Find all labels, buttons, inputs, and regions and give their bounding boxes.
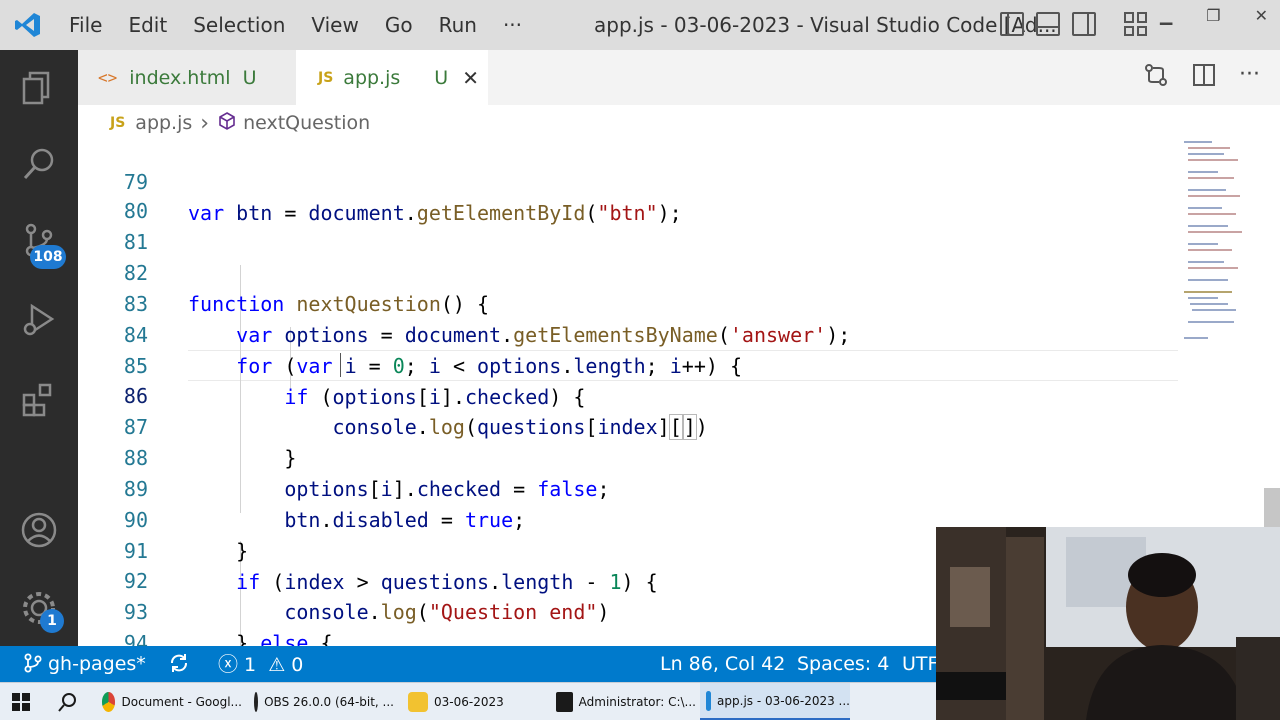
branch-indicator[interactable]: gh-pages* <box>24 646 146 682</box>
menu-selection[interactable]: Selection <box>180 0 298 50</box>
chrome-icon <box>102 692 116 712</box>
taskbar-vscode[interactable]: app.js - 03-06-2023 ... <box>700 683 850 720</box>
more-actions-icon[interactable]: ··· <box>1239 62 1260 92</box>
error-count: 1 <box>244 654 257 676</box>
code-line-current: 86 console.log(questions[index][]) <box>78 350 1178 440</box>
warning-icon: ⚠ <box>268 654 286 676</box>
tab-bar: <> index.html U JS app.js U ✕ ··· <box>78 50 1280 105</box>
minimize-icon[interactable]: ▁ <box>1160 6 1172 25</box>
taskbar-item-label: Administrator: C:\... <box>578 695 696 709</box>
menu-edit[interactable]: Edit <box>115 0 180 50</box>
js-icon: JS <box>110 115 126 131</box>
warning-count: 0 <box>291 654 304 676</box>
code-line: 80 <box>78 165 1178 223</box>
source-control-badge: 108 <box>30 245 66 269</box>
title-bar: File Edit Selection View Go Run ··· app.… <box>0 0 1280 50</box>
menu-file[interactable]: File <box>56 0 115 50</box>
folder-icon <box>408 692 428 712</box>
untracked-status: U <box>242 66 257 89</box>
manage-gear-icon[interactable] <box>0 578 78 638</box>
scrollbar-thumb[interactable] <box>1264 488 1280 528</box>
close-tab-icon[interactable]: ✕ <box>462 66 479 90</box>
window-title: app.js - 03-06-2023 - Visual Studio Code… <box>594 13 1057 37</box>
vscode-icon <box>706 690 712 711</box>
branch-name: gh-pages* <box>48 653 146 675</box>
extensions-icon[interactable] <box>0 370 78 430</box>
breadcrumb-file[interactable]: app.js <box>135 112 192 134</box>
taskbar-explorer[interactable]: 03-06-2023 <box>408 683 548 720</box>
webcam-overlay <box>936 527 1280 720</box>
tab-app-js[interactable]: JS app.js U ✕ <box>296 50 488 105</box>
toggle-panel-icon[interactable] <box>1036 12 1060 36</box>
symbol-method-icon <box>217 111 237 136</box>
split-editor-icon[interactable] <box>1191 62 1217 92</box>
code-line: 89 btn.disabled = true; <box>78 443 1178 532</box>
taskbar-chrome[interactable]: Document - Googl... <box>102 683 242 720</box>
breadcrumb: JS app.js › nextQuestion <box>78 105 1178 141</box>
untracked-status: U <box>434 66 449 89</box>
indentation[interactable]: Spaces: 4 <box>797 646 889 682</box>
taskbar-terminal[interactable]: Administrator: C:\... <box>556 683 696 720</box>
encoding[interactable]: UTF <box>902 646 938 682</box>
run-debug-icon[interactable] <box>0 290 78 350</box>
taskbar-item-label: OBS 26.0.0 (64-bit, ... <box>264 695 394 709</box>
breadcrumb-symbol[interactable]: nextQuestion <box>243 112 370 134</box>
taskbar-obs[interactable]: OBS 26.0.0 (64-bit, ... <box>254 683 394 720</box>
taskbar-item-label: 03-06-2023 <box>434 695 504 709</box>
html-icon: <> <box>98 68 118 87</box>
accounts-icon[interactable] <box>0 500 78 560</box>
presenter-video-image <box>936 527 1280 720</box>
code-line: 81 <box>78 196 1178 254</box>
close-window-icon[interactable]: ✕ <box>1255 6 1268 25</box>
code-line: 88 options[i].checked = false; <box>78 412 1178 501</box>
sync-icon[interactable] <box>168 646 190 682</box>
restore-icon[interactable]: ❐ <box>1206 6 1220 25</box>
code-line: 85 if (options[i].checked) { <box>78 320 1178 409</box>
code-line: 82 function nextQuestion() { <box>78 227 1178 316</box>
code-line: 90 } <box>78 474 1178 563</box>
code-line: 87 } <box>78 381 1178 470</box>
menu-more[interactable]: ··· <box>490 0 535 50</box>
windows-start-icon[interactable] <box>12 683 30 720</box>
taskbar-item-label: Document - Googl... <box>121 695 242 709</box>
activity-bar: 108 1 <box>0 50 78 646</box>
search-icon[interactable] <box>0 134 78 194</box>
taskbar-search-icon[interactable] <box>58 683 78 720</box>
toggle-primary-sidebar-icon[interactable] <box>1000 12 1024 36</box>
code-line: 79 var btn = document.getElementById("bt… <box>78 141 1178 225</box>
terminal-icon <box>556 692 573 712</box>
code-line: 83 var options = document.getElementsByN… <box>78 258 1178 347</box>
tab-index-html[interactable]: <> index.html U <box>78 50 296 105</box>
tab-label: app.js <box>343 66 401 89</box>
problems-indicator[interactable]: ⓧ 1 ⚠ 0 <box>218 646 303 683</box>
menu-view[interactable]: View <box>298 0 371 50</box>
code-line: 84 for (var i = 0; i < options.length; i… <box>78 289 1178 378</box>
vscode-logo-icon <box>0 0 56 50</box>
open-changes-icon[interactable] <box>1143 62 1169 92</box>
error-icon: ⓧ <box>218 652 238 676</box>
js-icon: JS <box>318 69 334 86</box>
menu-go[interactable]: Go <box>372 0 426 50</box>
customize-layout-icon[interactable] <box>1124 12 1148 36</box>
breadcrumb-separator: › <box>200 110 210 136</box>
settings-badge: 1 <box>40 609 64 633</box>
tab-label: index.html <box>129 66 231 89</box>
menu-run[interactable]: Run <box>426 0 490 50</box>
taskbar-item-label: app.js - 03-06-2023 ... <box>717 693 850 708</box>
cursor-position[interactable]: Ln 86, Col 42 <box>660 646 785 682</box>
toggle-secondary-sidebar-icon[interactable] <box>1072 12 1096 36</box>
obs-icon <box>254 692 259 712</box>
explorer-icon[interactable] <box>0 58 78 118</box>
